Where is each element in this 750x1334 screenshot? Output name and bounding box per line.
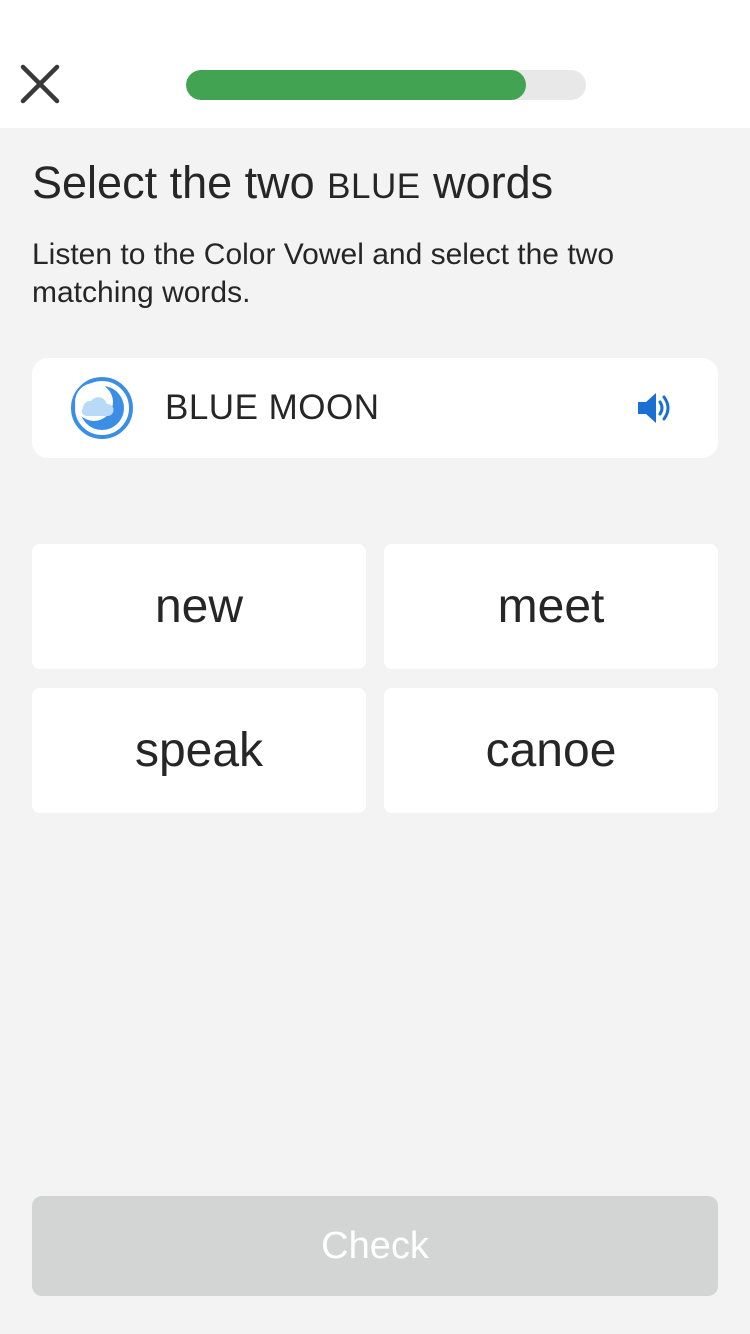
top-bar [0, 0, 750, 128]
progress-bar-fill [186, 70, 526, 100]
title-suffix: words [420, 157, 554, 208]
color-vowel-card: BLUE MOON [32, 358, 718, 458]
word-option-canoe[interactable]: canoe [384, 688, 718, 813]
title-prefix: Select the two [32, 157, 328, 208]
instructions: Listen to the Color Vowel and select the… [32, 238, 615, 309]
speaker-icon [638, 393, 670, 423]
word-option-meet[interactable]: meet [384, 544, 718, 669]
page-title: Select the two BLUE words [32, 154, 553, 216]
check-button[interactable]: Check [32, 1196, 718, 1296]
title-color-word: BLUE [327, 167, 421, 206]
close-button[interactable] [14, 58, 66, 110]
blue-moon-icon [70, 376, 134, 440]
color-vowel-label: BLUE MOON [165, 388, 380, 427]
word-option-new[interactable]: new [32, 544, 366, 669]
progress-bar [186, 70, 586, 100]
word-option-speak[interactable]: speak [32, 688, 366, 813]
play-audio-button[interactable] [634, 388, 674, 428]
close-icon [20, 64, 60, 104]
